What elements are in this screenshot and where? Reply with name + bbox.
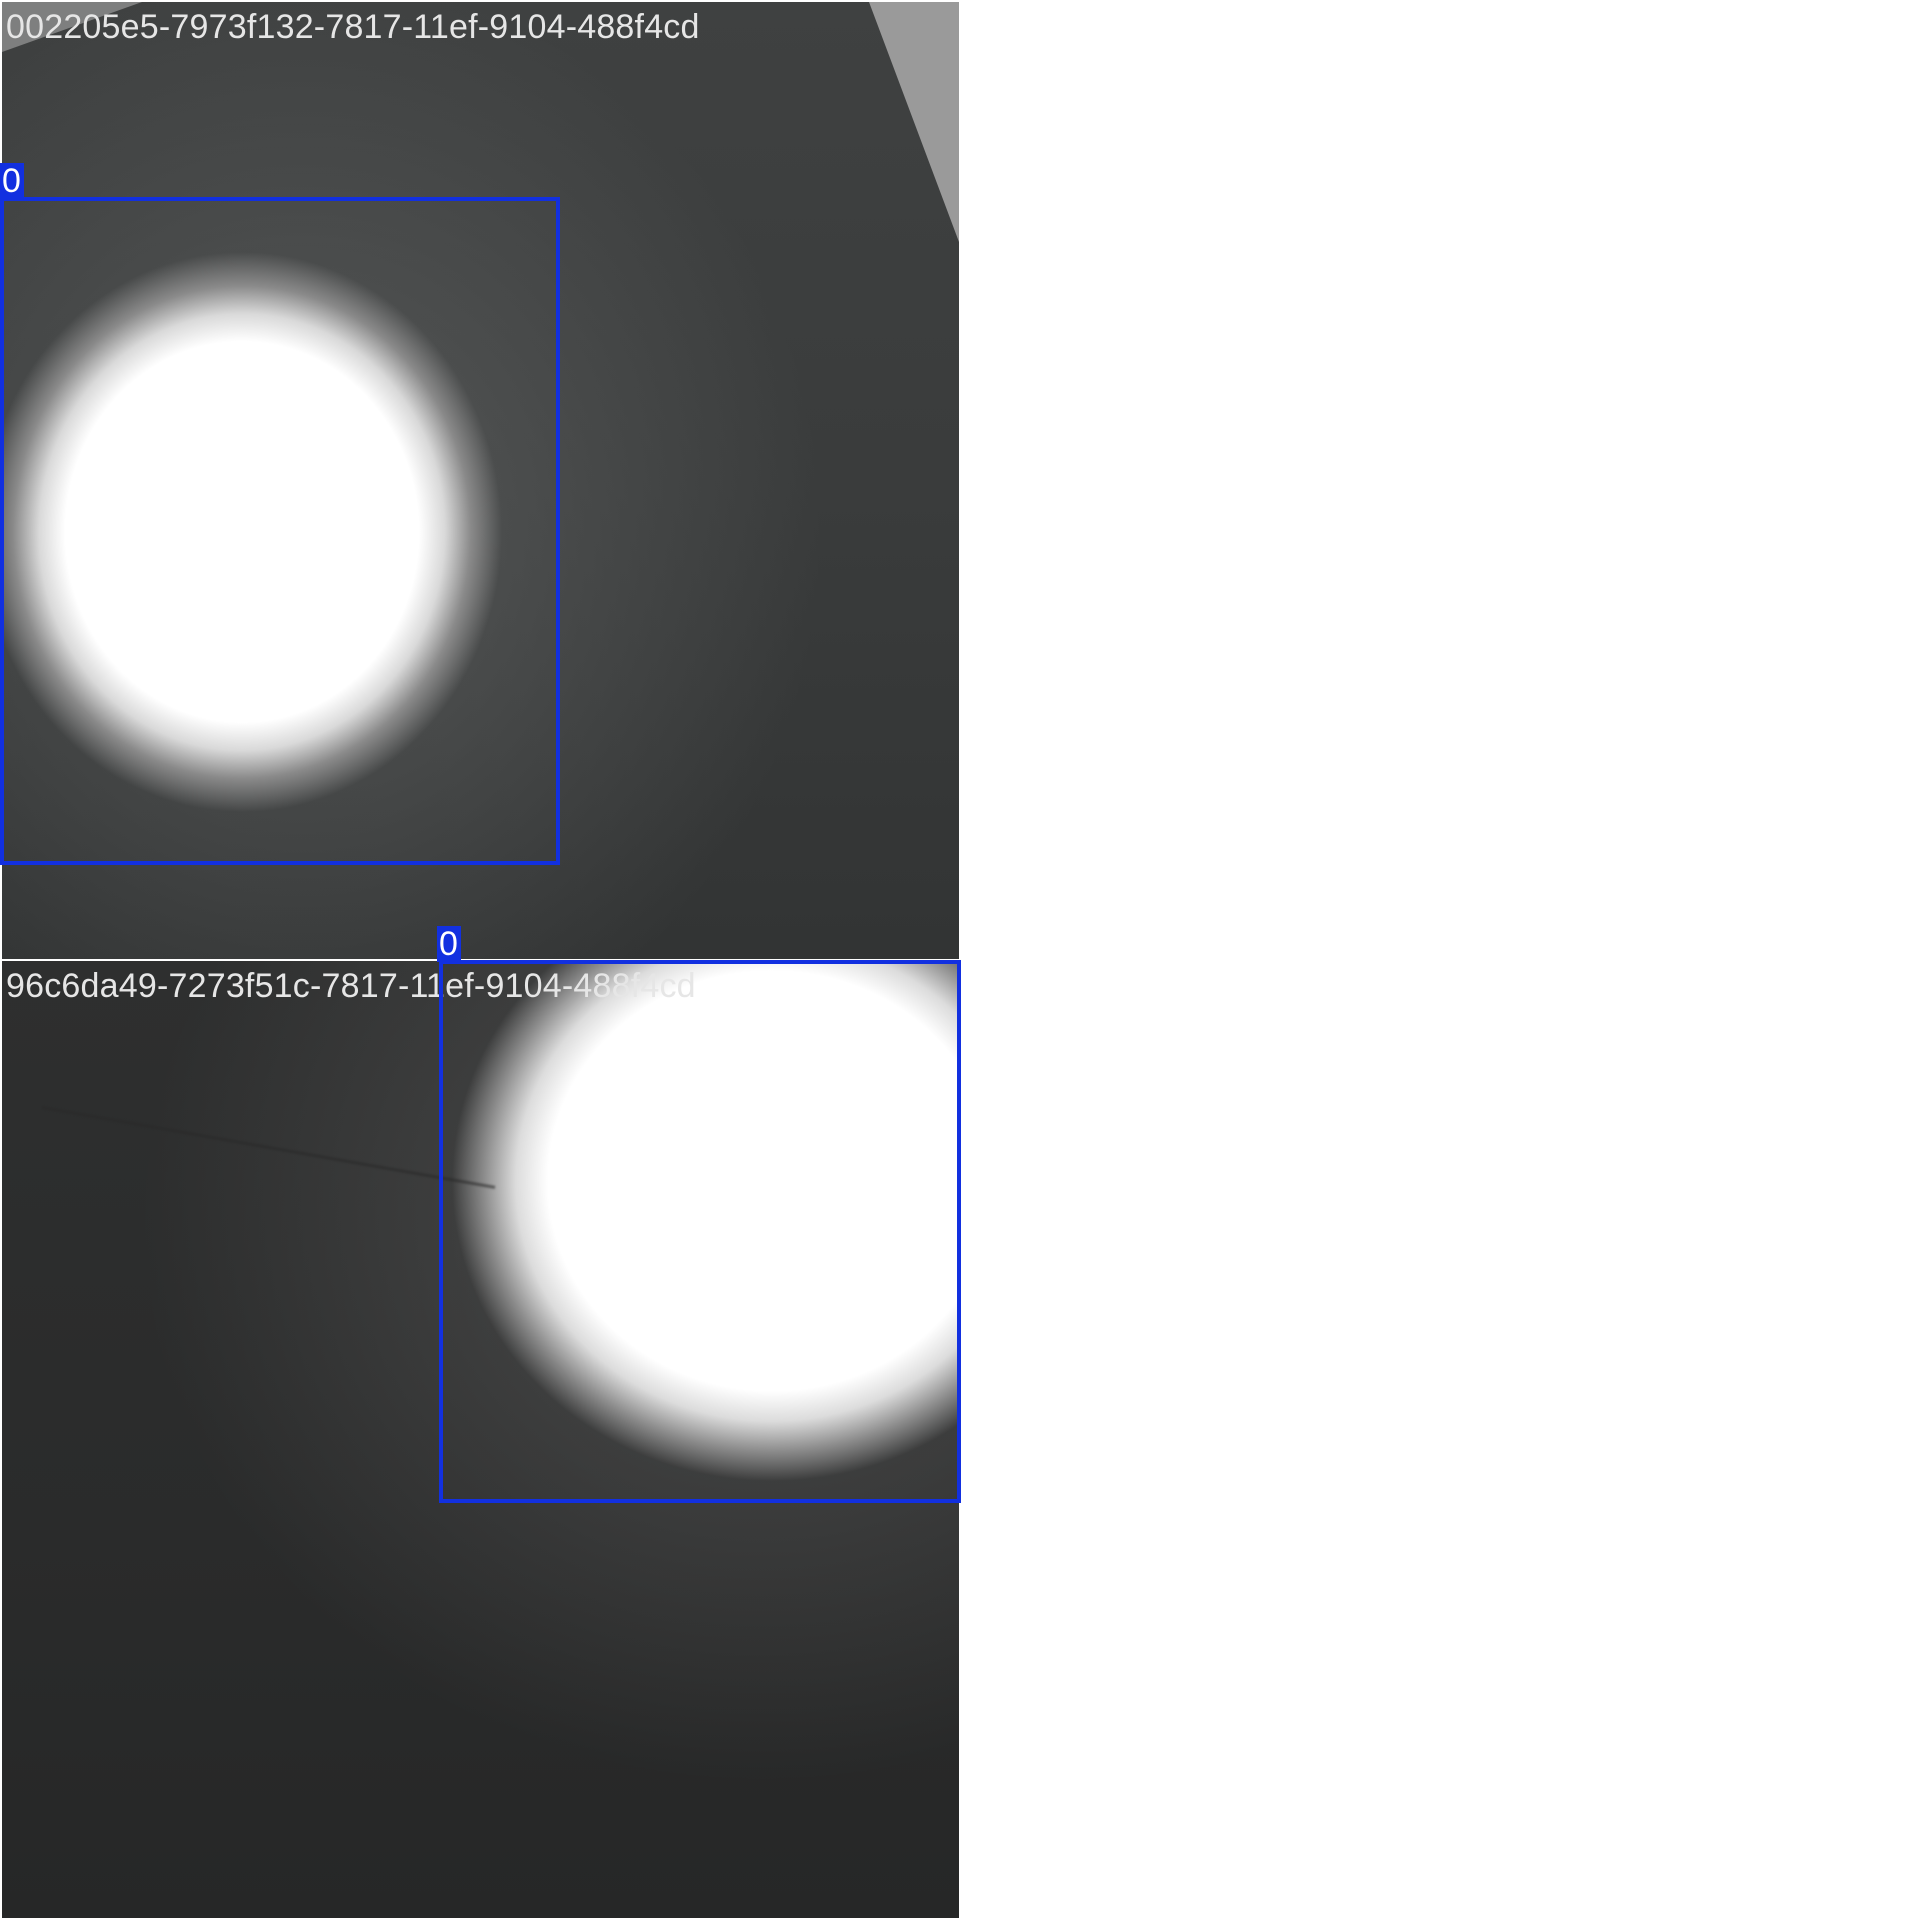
detection-label: 0 [437,926,461,962]
detection-box [0,197,560,865]
detection-label: 0 [0,163,24,199]
detection-box [439,960,961,1503]
image-title: 002205e5-7973f132-7817-11ef-9104-488f4cd [6,8,700,46]
corner-shard [869,2,959,242]
streak [41,1106,496,1189]
